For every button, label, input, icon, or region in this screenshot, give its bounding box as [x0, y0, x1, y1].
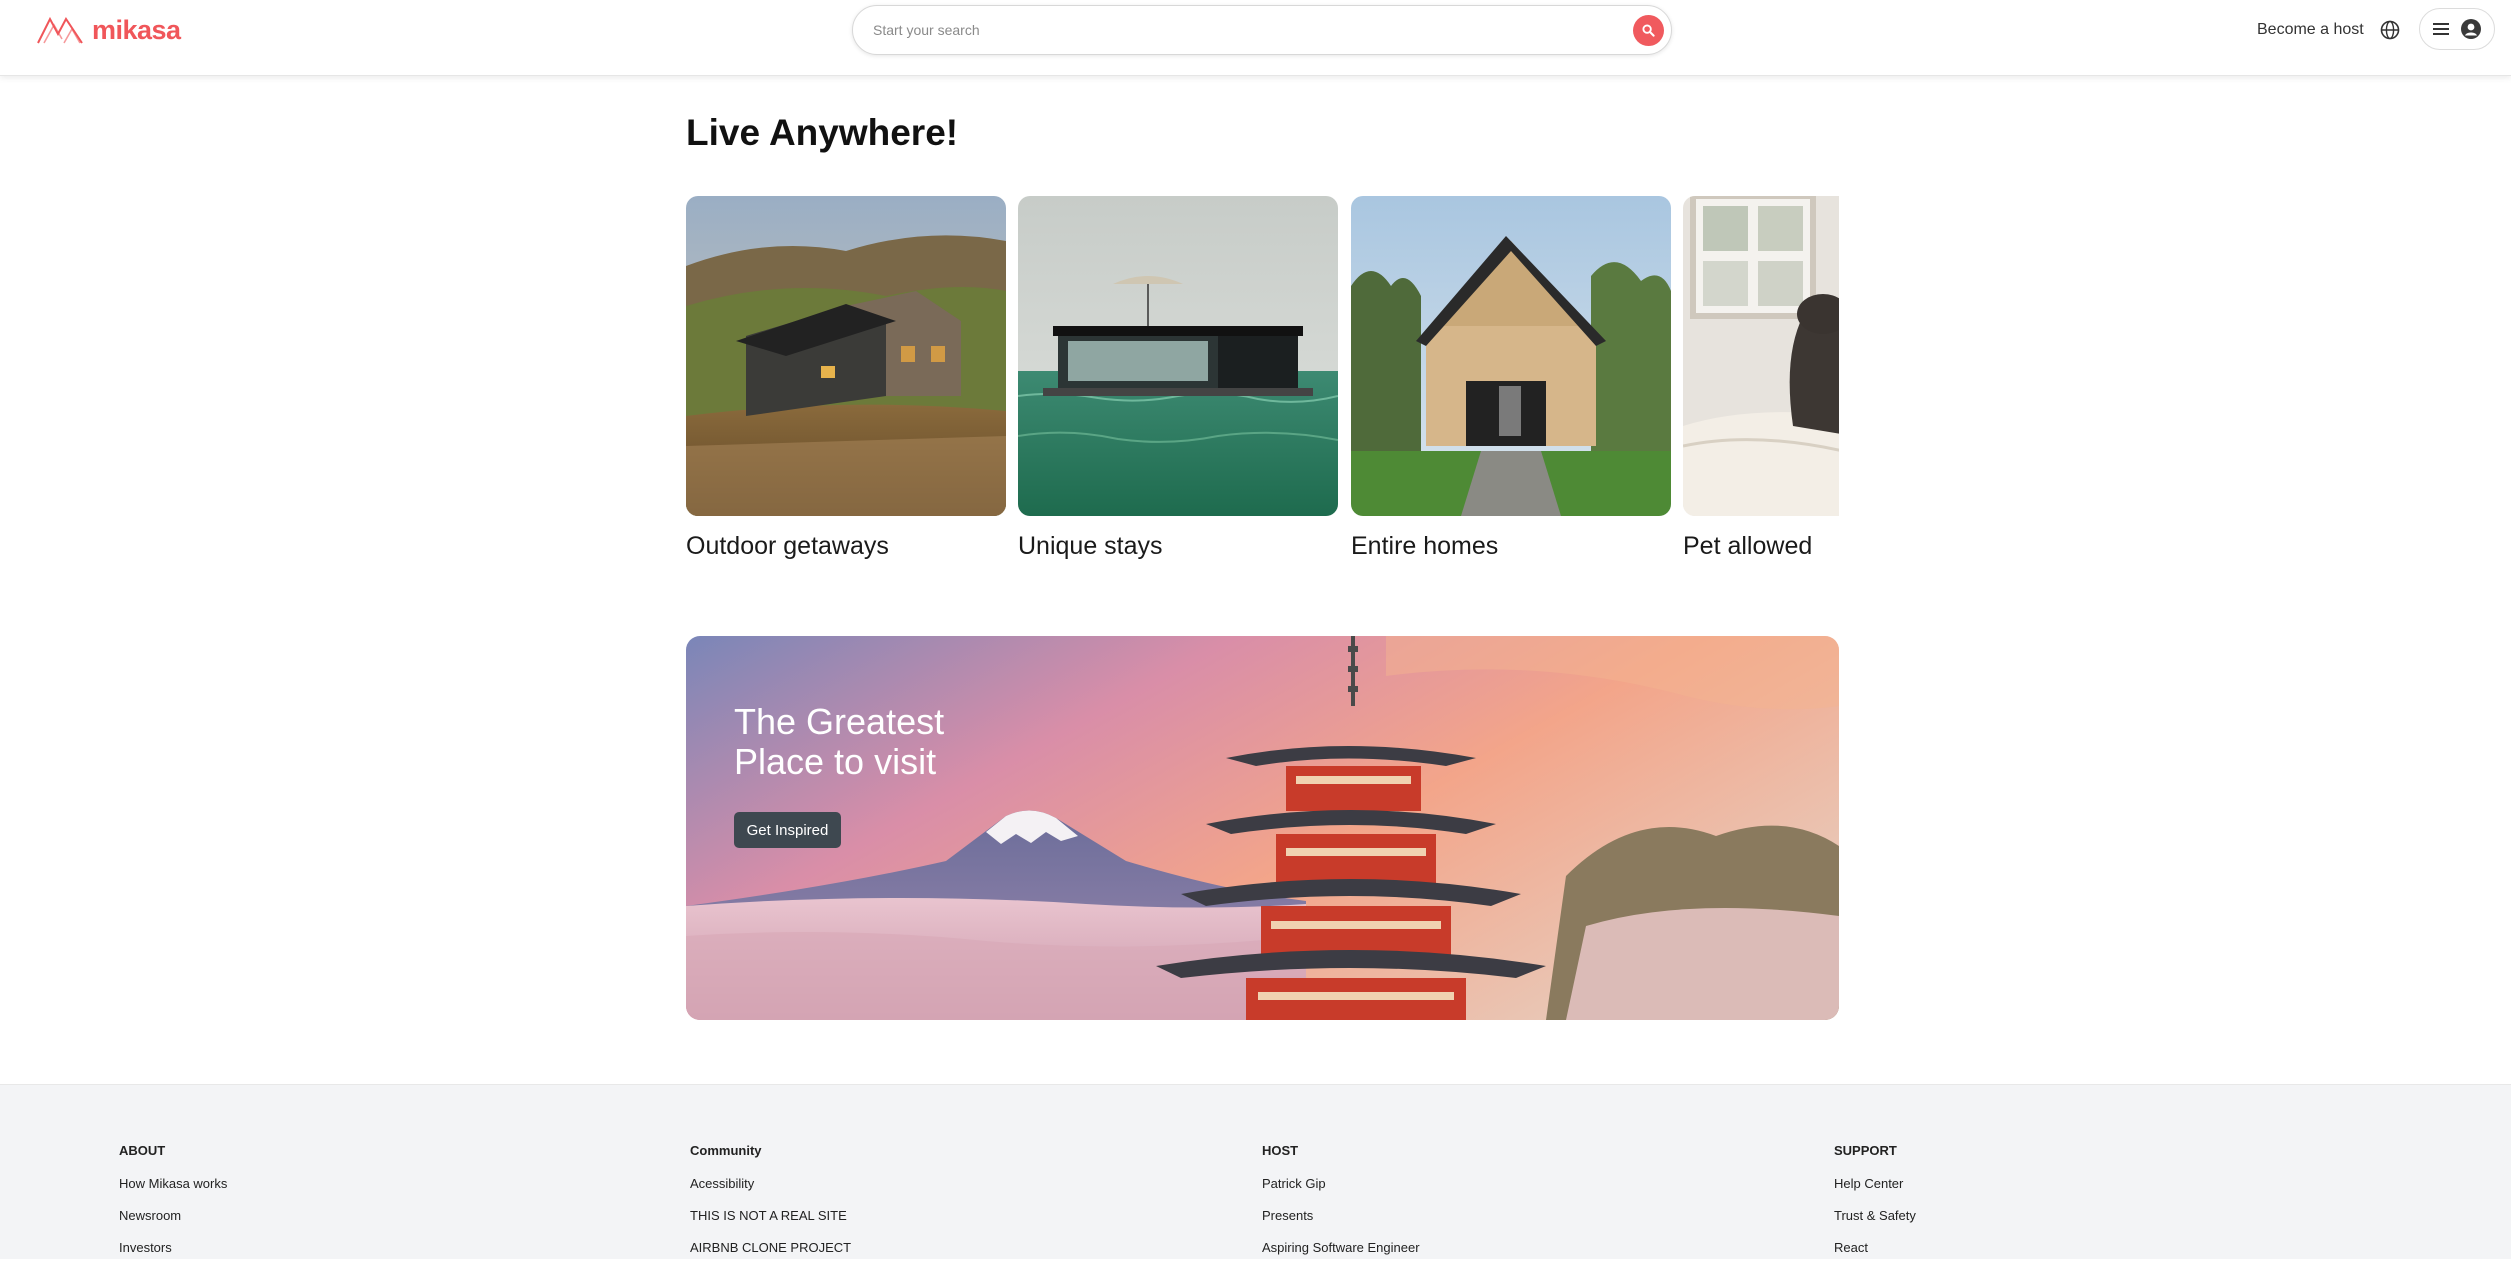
search-icon [1642, 24, 1655, 37]
user-menu-button[interactable] [2419, 8, 2495, 50]
category-card-pet-allowed[interactable]: Pet allowed [1683, 196, 1839, 561]
page-title: Live Anywhere! [686, 112, 959, 153]
footer-link[interactable]: AIRBNB CLONE PROJECT [690, 1240, 851, 1256]
mountains-logo-icon [37, 16, 83, 44]
category-card-outdoor-getaways[interactable]: Outdoor getaways [686, 196, 1006, 561]
category-carousel: Outdoor getaways Unique stays Entire hom… [686, 196, 1839, 566]
inspiration-banner: The Greatest Place to visit Get Inspired [686, 636, 1839, 1020]
category-label: Entire homes [1351, 532, 1499, 560]
footer-link[interactable]: Trust & Safety [1834, 1208, 1916, 1224]
footer-link[interactable]: Presents [1262, 1208, 1420, 1224]
category-label: Unique stays [1018, 532, 1163, 560]
footer-link[interactable]: Aspiring Software Engineer [1262, 1240, 1420, 1256]
footer-column-support: SUPPORT Help Center Trust & Safety React [1834, 1143, 1916, 1272]
search-input[interactable] [873, 16, 1573, 44]
hamburger-menu-icon [2433, 23, 2449, 35]
category-label: Pet allowed [1683, 532, 1813, 560]
user-avatar-icon [2461, 19, 2481, 39]
footer-column-community: Community Acessibility THIS IS NOT A REA… [690, 1143, 851, 1272]
footer-link[interactable]: Patrick Gip [1262, 1176, 1420, 1192]
site-footer: ABOUT How Mikasa works Newsroom Investor… [0, 1084, 2511, 1259]
footer-link[interactable]: React [1834, 1240, 1916, 1256]
search-button[interactable] [1633, 15, 1664, 46]
pet-allowed-image [1683, 196, 1839, 516]
footer-heading: HOST [1262, 1143, 1299, 1158]
footer-heading: SUPPORT [1834, 1143, 1897, 1158]
search-bar [852, 5, 1672, 55]
globe-icon[interactable] [2379, 19, 2401, 41]
become-host-link[interactable]: Become a host [2257, 21, 2364, 39]
footer-column-host: HOST Patrick Gip Presents Aspiring Softw… [1262, 1143, 1420, 1272]
footer-link[interactable]: How Mikasa works [119, 1176, 227, 1192]
footer-link[interactable]: THIS IS NOT A REAL SITE [690, 1208, 851, 1224]
footer-heading: ABOUT [119, 1143, 166, 1158]
get-inspired-button[interactable]: Get Inspired [734, 812, 841, 848]
category-label: Outdoor getaways [686, 532, 889, 560]
entire-homes-image [1351, 196, 1671, 516]
footer-link[interactable]: Acessibility [690, 1176, 851, 1192]
brand-logo[interactable]: mikasa [36, 14, 181, 46]
footer-link[interactable]: Investors [119, 1240, 227, 1256]
footer-link[interactable]: Newsroom [119, 1208, 227, 1224]
mount-fuji-pagoda-image [686, 636, 1839, 1020]
footer-link[interactable]: Help Center [1834, 1176, 1916, 1192]
unique-stays-image [1018, 196, 1338, 516]
brand-name: mikasa [92, 14, 181, 45]
category-card-unique-stays[interactable]: Unique stays [1018, 196, 1338, 561]
outdoor-getaways-image [686, 196, 1006, 516]
category-card-entire-homes[interactable]: Entire homes [1351, 196, 1671, 561]
footer-column-about: ABOUT How Mikasa works Newsroom Investor… [119, 1143, 227, 1272]
top-navbar: mikasa Become a host [0, 0, 2511, 76]
banner-title: The Greatest Place to visit [734, 701, 945, 782]
footer-heading: Community [690, 1143, 762, 1158]
